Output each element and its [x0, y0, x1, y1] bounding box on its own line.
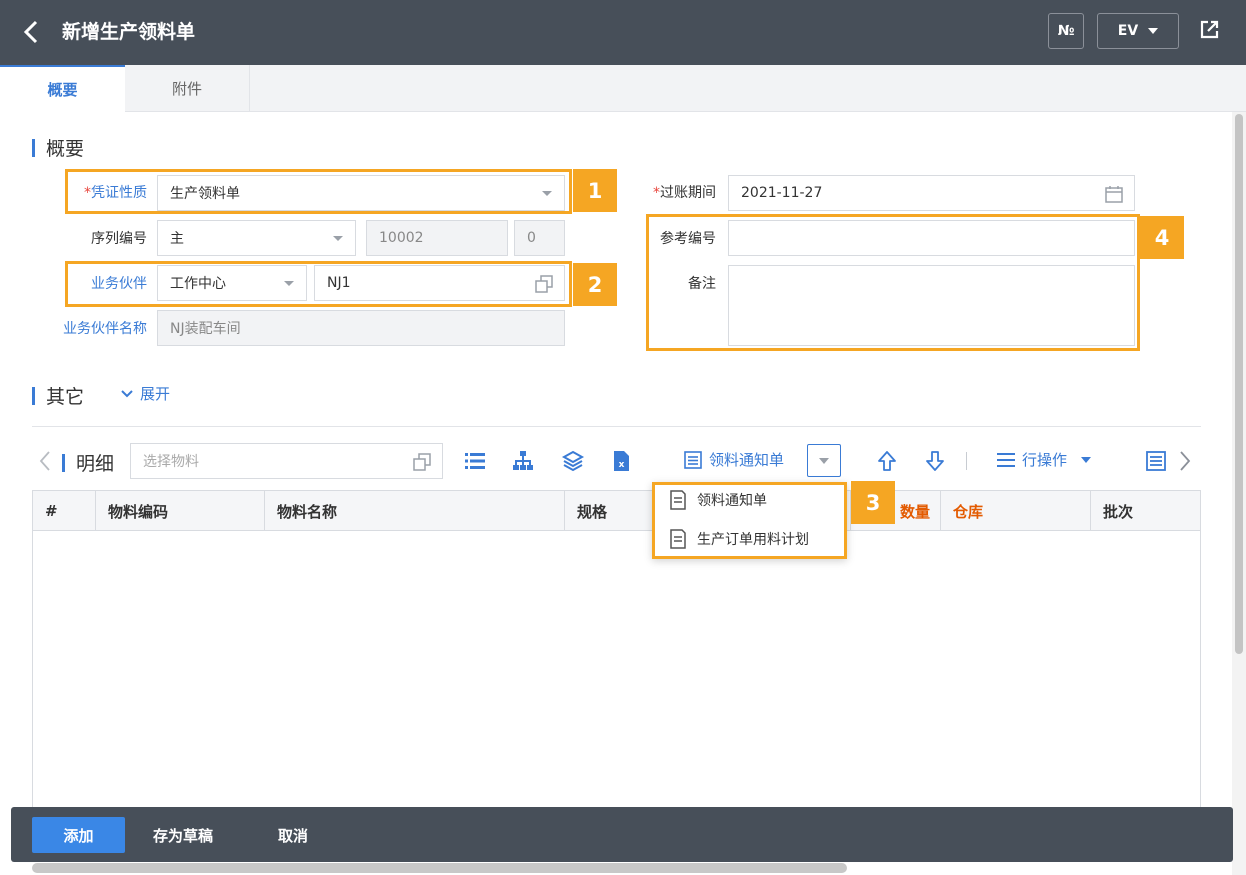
pick-notice-button[interactable]: 领料通知单 — [683, 449, 784, 470]
row-operations-button[interactable]: 行操作 — [996, 449, 1092, 470]
move-down-icon[interactable] — [923, 449, 947, 473]
menu-item-pick-notice[interactable]: 领料通知单 — [669, 490, 767, 510]
document-icon — [670, 529, 686, 549]
column-header-batch[interactable]: 批次 — [1091, 491, 1201, 531]
column-settings-icon[interactable] — [1144, 449, 1168, 473]
tab-bar: 概要 附件 — [0, 65, 1246, 112]
calendar-icon[interactable] — [1104, 184, 1124, 204]
caret-down-icon — [1148, 28, 1159, 34]
chevron-down-icon — [333, 236, 343, 241]
annotation-badge-1: 1 — [573, 169, 617, 212]
move-up-icon[interactable] — [875, 449, 899, 473]
row-operations-label: 行操作 — [1022, 451, 1068, 469]
add-button[interactable]: 添加 — [32, 817, 125, 853]
back-arrow-icon[interactable] — [20, 18, 44, 46]
column-header-item-code[interactable]: 物料编码 — [96, 491, 265, 531]
column-header-warehouse[interactable]: 仓库 — [941, 491, 1091, 531]
partner-name-label: 业务伙伴名称 — [63, 321, 147, 337]
list-icon[interactable] — [463, 449, 487, 473]
chevron-down-icon — [121, 389, 133, 397]
vertical-scrollbar[interactable] — [1232, 112, 1246, 875]
menu-item-label: 领料通知单 — [697, 493, 767, 509]
serial-number-field: 10002 — [366, 220, 508, 256]
env-label: EV — [1117, 23, 1139, 39]
section-marker — [62, 453, 65, 472]
other-section-title: 其它 — [32, 382, 84, 409]
highlight-box-1 — [65, 169, 572, 214]
expand-toggle[interactable]: 展开 — [120, 383, 170, 404]
excel-icon[interactable]: x — [609, 449, 633, 473]
caret-down-icon — [1081, 456, 1092, 463]
save-draft-button[interactable]: 存为草稿 — [153, 817, 213, 853]
copy-icon[interactable] — [412, 452, 432, 472]
posting-date-value: 2021-11-27 — [741, 185, 823, 201]
layers-icon[interactable] — [561, 449, 585, 473]
serial-suffix-field: 0 — [514, 220, 565, 256]
caret-down-icon — [819, 458, 829, 464]
menu-item-label: 生产订单用料计划 — [697, 532, 809, 548]
svg-text:x: x — [619, 460, 625, 470]
menu-item-material-plan[interactable]: 生产订单用料计划 — [669, 529, 809, 549]
table-header: # 物料编码 物料名称 规格 数量 仓库 批次 — [33, 491, 1200, 531]
summary-section-title: 概要 — [32, 134, 84, 161]
divider — [32, 426, 1201, 427]
toolbar-separator — [966, 452, 967, 470]
material-search-input[interactable]: 选择物料 — [130, 443, 443, 479]
posting-date-label: *过账期间 — [630, 183, 716, 203]
annotation-badge-4: 4 — [1140, 216, 1184, 259]
expand-label: 展开 — [140, 385, 171, 403]
material-search-placeholder: 选择物料 — [143, 454, 199, 470]
page-title: 新增生产领料单 — [62, 21, 196, 43]
detail-title-text: 明细 — [76, 453, 115, 475]
column-header-index[interactable]: # — [33, 491, 96, 531]
hierarchy-icon[interactable] — [511, 449, 535, 473]
number-sign-icon: № — [1057, 23, 1075, 39]
posting-date-label-text: 过账期间 — [660, 185, 716, 201]
chevron-right-icon[interactable] — [1178, 450, 1192, 472]
highlight-box-4 — [646, 214, 1140, 351]
env-dropdown-button[interactable]: EV — [1097, 13, 1179, 49]
horizontal-scrollbar[interactable] — [32, 863, 847, 873]
summary-title-text: 概要 — [46, 138, 85, 160]
pick-notice-label: 领料通知单 — [709, 451, 785, 469]
document-list-icon — [684, 450, 702, 469]
required-mark: * — [653, 185, 660, 201]
tab-overview[interactable]: 概要 — [0, 65, 125, 112]
pick-notice-dropdown-toggle[interactable] — [807, 444, 841, 477]
menu-icon — [997, 452, 1015, 467]
section-marker — [32, 138, 35, 157]
detail-table: # 物料编码 物料名称 规格 数量 仓库 批次 — [32, 490, 1201, 820]
app-header: 新增生产领料单 № EV — [0, 0, 1246, 65]
document-icon — [670, 490, 686, 510]
action-footer: 添加 存为草稿 取消 — [11, 807, 1233, 862]
posting-date-input[interactable]: 2021-11-27 — [728, 175, 1135, 211]
tab-attachments[interactable]: 附件 — [125, 65, 250, 112]
document-number-button[interactable]: № — [1048, 13, 1084, 49]
section-marker — [32, 386, 35, 405]
external-link-icon[interactable] — [1197, 18, 1221, 42]
annotation-badge-3: 3 — [851, 481, 895, 524]
pick-source-dropdown-menu: 领料通知单 生产订单用料计划 — [652, 482, 847, 559]
annotation-badge-2: 2 — [573, 263, 617, 306]
chevron-left-icon[interactable] — [38, 450, 52, 472]
highlight-box-2 — [65, 261, 572, 307]
scrollbar-thumb[interactable] — [1235, 114, 1243, 654]
cancel-button[interactable]: 取消 — [278, 817, 308, 853]
partner-name-field: NJ装配车间 — [157, 310, 565, 346]
detail-section-title: 明细 — [62, 449, 114, 476]
serial-series-select[interactable]: 主 — [157, 220, 356, 256]
other-title-text: 其它 — [46, 386, 85, 408]
serial-no-label: 序列编号 — [91, 231, 147, 247]
column-header-item-name[interactable]: 物料名称 — [265, 491, 565, 531]
serial-series-value: 主 — [170, 231, 184, 247]
